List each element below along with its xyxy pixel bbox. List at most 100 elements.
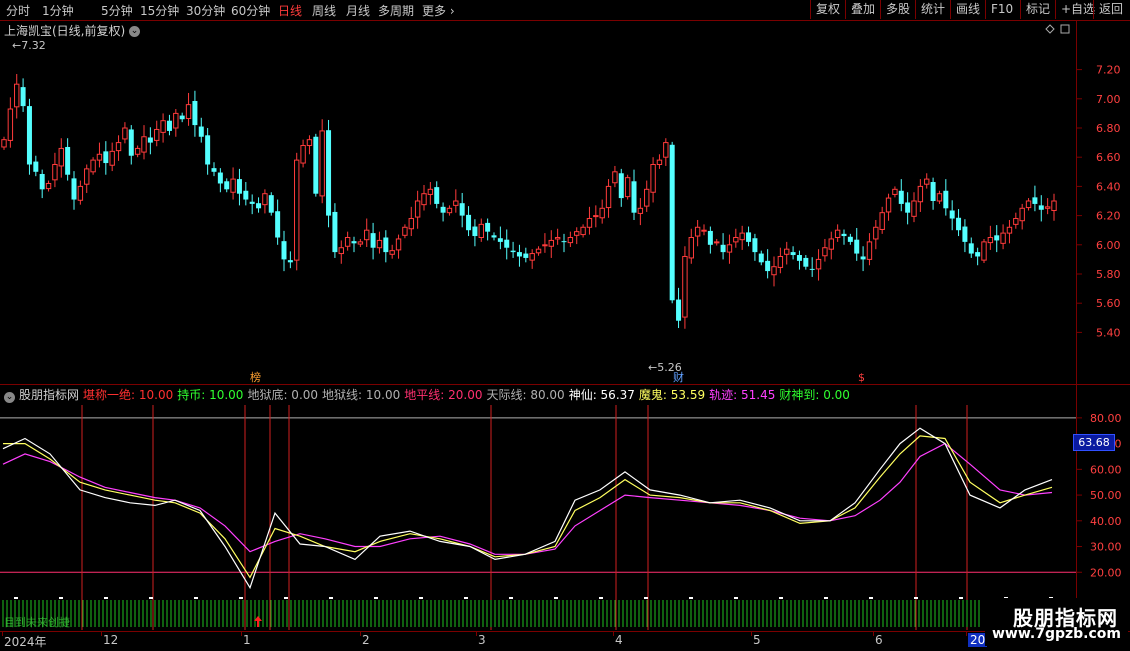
watermark-url: www.7gpzb.com (991, 626, 1121, 642)
candle-body (542, 244, 548, 247)
price-tick-label: 5.80 (1096, 268, 1121, 281)
candle-body (243, 190, 249, 200)
candle-body (109, 150, 115, 166)
candle-body (841, 233, 847, 237)
candle-body (574, 231, 580, 236)
candle-body (688, 237, 694, 259)
diamond-icon (1045, 24, 1055, 34)
candle-body (166, 120, 172, 131)
date-label-7: 6 (875, 633, 883, 647)
price-tick-label: 6.20 (1096, 210, 1121, 223)
candle-body (733, 237, 739, 243)
candle-body (1019, 207, 1025, 222)
indicator-param-1: 持币: 10.00 (177, 388, 244, 402)
candle-body (115, 142, 122, 152)
date-tick (751, 632, 752, 636)
candle-body (701, 229, 707, 232)
candle-body (179, 115, 185, 120)
candle-body (637, 207, 644, 214)
chevron-down-icon[interactable]: ⌄ (4, 392, 15, 403)
candle-body (822, 247, 828, 257)
date-label-0: 2024年 (4, 635, 47, 649)
candle-body (306, 139, 313, 147)
candle-body (624, 177, 631, 198)
candle-body (529, 253, 535, 261)
candle-body (154, 128, 160, 141)
candle-body (103, 151, 109, 164)
date-tick (2, 632, 3, 636)
indicator-param-3: 地狱线: 10.00 (322, 388, 401, 402)
candle-body (1032, 197, 1038, 204)
current-value-badge: 63.68 (1073, 434, 1115, 451)
candle-body (828, 238, 834, 250)
candle-body (644, 188, 650, 207)
candle-body (994, 235, 1000, 241)
candle-body (714, 241, 720, 244)
candle-body (905, 202, 911, 213)
candle-body (65, 146, 71, 175)
candle-body (669, 144, 675, 301)
candle-body (746, 232, 752, 242)
candle-body (911, 200, 917, 217)
candle-body (192, 100, 198, 126)
candle-body (765, 260, 771, 272)
candle-body (497, 238, 503, 242)
immortal-line (2, 427, 1053, 590)
marker-cai: 财 (673, 370, 684, 384)
candle-body (975, 252, 981, 257)
price-tick-label: 7.20 (1096, 64, 1121, 77)
candle-body (478, 223, 484, 239)
candle-body (160, 120, 166, 133)
candle-body (593, 215, 599, 218)
candle-body (758, 253, 764, 263)
candle-body (472, 226, 478, 237)
candle-body (516, 252, 522, 257)
date-tick (241, 632, 242, 636)
date-tick (966, 632, 967, 636)
candle-body (39, 173, 45, 190)
candle-body (364, 229, 370, 241)
candle-body (434, 187, 440, 204)
candle-body (122, 127, 128, 140)
candle-body (446, 207, 453, 214)
candle-body (376, 239, 383, 249)
candle-body (1013, 218, 1019, 225)
candle-body (71, 178, 77, 200)
indicator-param-7: 魔鬼: 53.59 (638, 388, 706, 402)
candle-body (408, 218, 414, 230)
watermark-logo: 股朋指标网 www.7gpzb.com (985, 598, 1128, 646)
candle-body (726, 244, 733, 253)
candle-body (230, 178, 236, 193)
candle-body (796, 255, 802, 261)
candle-body (300, 145, 306, 164)
candle-body (370, 233, 376, 248)
date-tick (360, 632, 361, 636)
candle-body (987, 237, 994, 244)
candle-body (580, 226, 586, 236)
candle-body (90, 159, 96, 173)
candle-body (313, 136, 319, 194)
candle-body (1044, 206, 1051, 209)
candle-body (650, 164, 656, 193)
candle-body (535, 248, 542, 254)
candle-body (185, 104, 192, 120)
histogram-dot (644, 597, 648, 599)
indicator-param-2: 地狱底: 0.00 (247, 388, 319, 402)
histogram-dot (104, 597, 108, 599)
histogram-dot (869, 597, 873, 599)
candle-body (281, 241, 287, 260)
date-label-5: 4 (615, 633, 623, 647)
candle-body (1006, 226, 1013, 234)
histogram-dot (194, 597, 198, 599)
candle-body (866, 241, 873, 260)
candle-body (873, 226, 879, 240)
date-label-6: 5 (753, 633, 761, 647)
histogram-dot (689, 597, 693, 599)
candle-body (275, 211, 281, 238)
date-label-3: 2 (362, 633, 370, 647)
candle-body (879, 212, 885, 230)
chart-canvas[interactable]: ←7.32←5.26榜财 $7.207.006.806.606.406.206.0… (0, 0, 1130, 650)
candle-body (459, 203, 465, 216)
candle-body (860, 256, 866, 260)
candle-body (663, 142, 669, 158)
